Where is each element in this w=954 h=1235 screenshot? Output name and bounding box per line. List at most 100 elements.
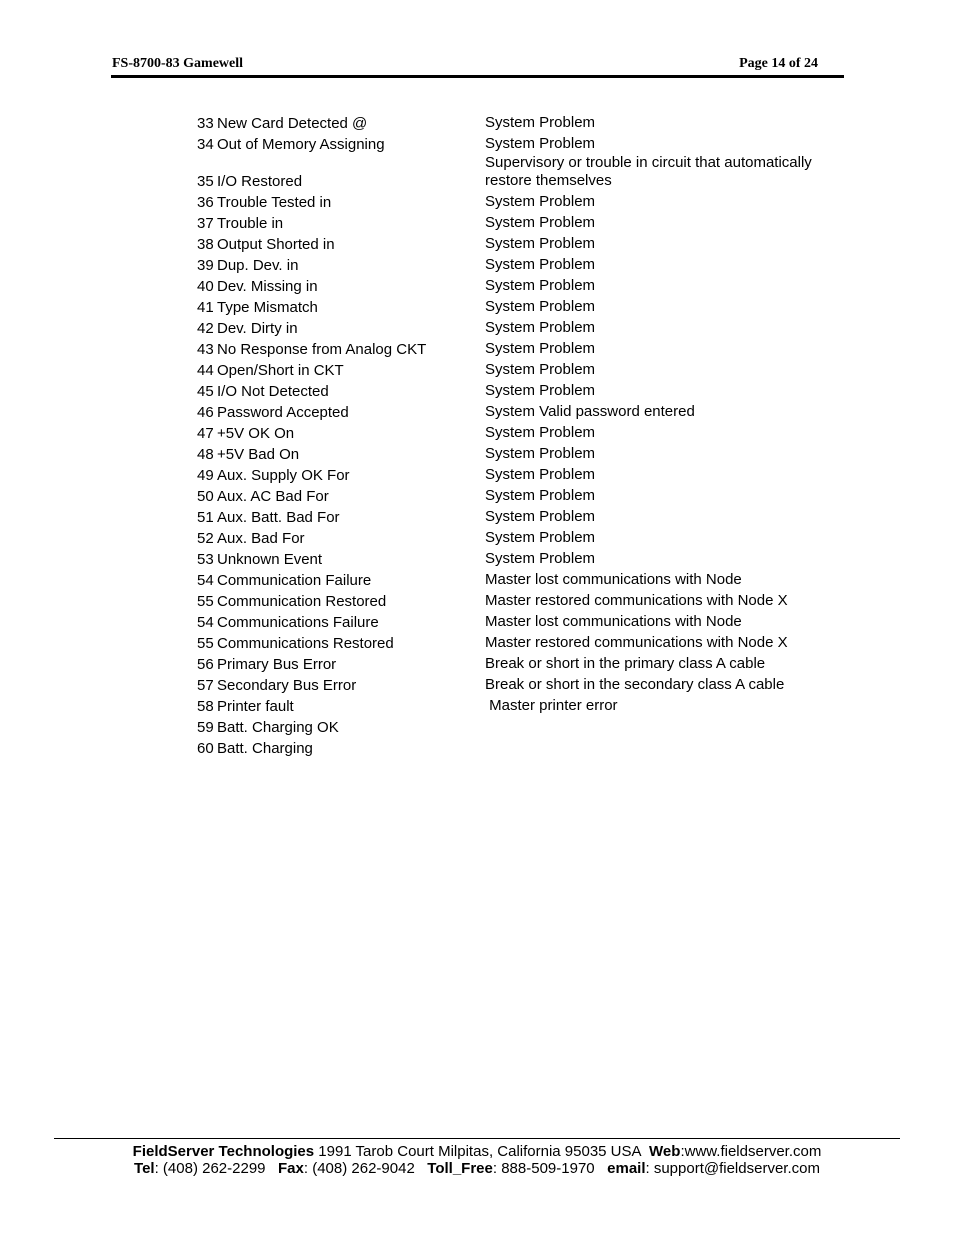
event-number: 33 — [197, 115, 214, 132]
event-name: I/O Restored — [217, 173, 303, 190]
event-name: Open/Short in CKT — [217, 362, 344, 379]
event-name: Communications Restored — [217, 635, 394, 652]
event-name: I/O Not Detected — [217, 383, 329, 400]
event-description-line: Supervisory or trouble in circuit that a… — [485, 154, 812, 171]
event-description: System Problem — [485, 487, 596, 504]
event-description: System Problem — [485, 361, 596, 378]
event-description: Break or short in the secondary class A … — [485, 676, 785, 693]
event-name: New Card Detected @ — [217, 115, 368, 132]
footer-divider — [54, 1138, 900, 1139]
event-number: 40 — [197, 278, 214, 295]
event-number: 34 — [197, 136, 214, 153]
event-number: 54 — [197, 572, 214, 589]
event-name: Dup. Dev. in — [217, 257, 299, 274]
event-number: 59 — [197, 719, 214, 736]
event-name: Output Shorted in — [217, 236, 335, 253]
event-name: Aux. Batt. Bad For — [217, 509, 340, 526]
event-number: 57 — [197, 677, 214, 694]
event-description: System Problem — [485, 340, 596, 357]
event-description: System Problem — [485, 466, 596, 483]
event-description: Master lost communications with Node — [485, 613, 742, 630]
event-description: System Problem — [485, 424, 596, 441]
email-value: : support@fieldserver.com — [645, 1160, 820, 1177]
event-description: System Problem — [485, 445, 596, 462]
event-description: System Problem — [485, 529, 596, 546]
event-name: Secondary Bus Error — [217, 677, 357, 694]
event-name: Batt. Charging — [217, 740, 313, 757]
document-title: FS-8700-83 Gamewell — [112, 56, 244, 71]
event-name: Communication Restored — [217, 593, 387, 610]
event-name: Type Mismatch — [217, 299, 318, 316]
footer-line-2: Tel: (408) 262-2299 Fax: (408) 262-9042 … — [0, 1160, 954, 1177]
event-description: System Problem — [485, 319, 596, 336]
event-name: Aux. Supply OK For — [217, 467, 350, 484]
event-number: 60 — [197, 740, 214, 757]
event-description: Master printer error — [485, 697, 618, 714]
event-description: Master restored communications with Node… — [485, 634, 788, 651]
event-number: 55 — [197, 593, 214, 610]
event-number: 39 — [197, 257, 214, 274]
event-name: Aux. AC Bad For — [217, 488, 329, 505]
event-number: 46 — [197, 404, 214, 421]
event-number: 41 — [197, 299, 214, 316]
event-name: No Response from Analog CKT — [217, 341, 427, 358]
event-name: Unknown Event — [217, 551, 323, 568]
event-name: Out of Memory Assigning — [217, 136, 385, 153]
fax-label: Fax — [278, 1160, 304, 1177]
event-name: Communications Failure — [217, 614, 379, 631]
event-number: 36 — [197, 194, 214, 211]
tollfree-value: : 888-509-1970 — [492, 1160, 608, 1177]
web-label: Web — [649, 1143, 681, 1160]
event-number: 55 — [197, 635, 214, 652]
event-number: 44 — [197, 362, 214, 379]
email-label: email — [607, 1160, 646, 1177]
event-description: System Problem — [485, 550, 596, 567]
event-name: Password Accepted — [217, 404, 349, 421]
header-divider — [111, 75, 844, 78]
company-address: 1991 Tarob Court Milpitas, California 95… — [314, 1143, 650, 1160]
event-name: Dev. Missing in — [217, 278, 318, 295]
event-number: 37 — [197, 215, 214, 232]
event-name: Aux. Bad For — [217, 530, 305, 547]
event-description-line: restore themselves — [485, 172, 612, 189]
event-name: Dev. Dirty in — [217, 320, 298, 337]
event-number: 48 — [197, 446, 214, 463]
event-description: System Problem — [485, 214, 596, 231]
event-number: 35 — [197, 173, 214, 190]
event-name: Printer fault — [217, 698, 294, 715]
event-number: 50 — [197, 488, 214, 505]
web-value: :www.fieldserver.com — [680, 1143, 822, 1160]
event-number: 51 — [197, 509, 214, 526]
event-number: 56 — [197, 656, 214, 673]
page-number: Page 14 of 24 — [739, 56, 818, 71]
event-number: 49 — [197, 467, 214, 484]
event-description: Break or short in the primary class A ca… — [485, 655, 766, 672]
event-description: System Problem — [485, 193, 596, 210]
event-number: 43 — [197, 341, 214, 358]
event-description: System Problem — [485, 135, 596, 152]
event-description: System Problem — [485, 298, 596, 315]
event-name: Trouble in — [217, 215, 284, 232]
event-description: Master lost communications with Node — [485, 571, 742, 588]
event-name: Primary Bus Error — [217, 656, 337, 673]
event-description: System Problem — [485, 235, 596, 252]
event-description: System Problem — [485, 277, 596, 294]
page-footer: FieldServer Technologies 1991 Tarob Cour… — [0, 1143, 954, 1177]
event-number: 45 — [197, 383, 214, 400]
event-number: 38 — [197, 236, 214, 253]
event-description: System Problem — [485, 508, 596, 525]
event-name: +5V OK On — [217, 425, 295, 442]
event-name: Batt. Charging OK — [217, 719, 339, 736]
company-name: FieldServer Technologies — [132, 1143, 315, 1160]
event-name: +5V Bad On — [217, 446, 300, 463]
event-name: Communication Failure — [217, 572, 372, 589]
fax-value: : (408) 262-9042 — [303, 1160, 428, 1177]
tel-label: Tel — [134, 1160, 155, 1177]
event-number: 42 — [197, 320, 214, 337]
event-number: 52 — [197, 530, 214, 547]
event-description: Supervisory or trouble in circuit that a… — [485, 154, 812, 190]
event-description: System Valid password entered — [485, 403, 695, 420]
event-number: 53 — [197, 551, 214, 568]
tel-value: : (408) 262-2299 — [154, 1160, 279, 1177]
footer-line-1: FieldServer Technologies 1991 Tarob Cour… — [0, 1143, 954, 1160]
